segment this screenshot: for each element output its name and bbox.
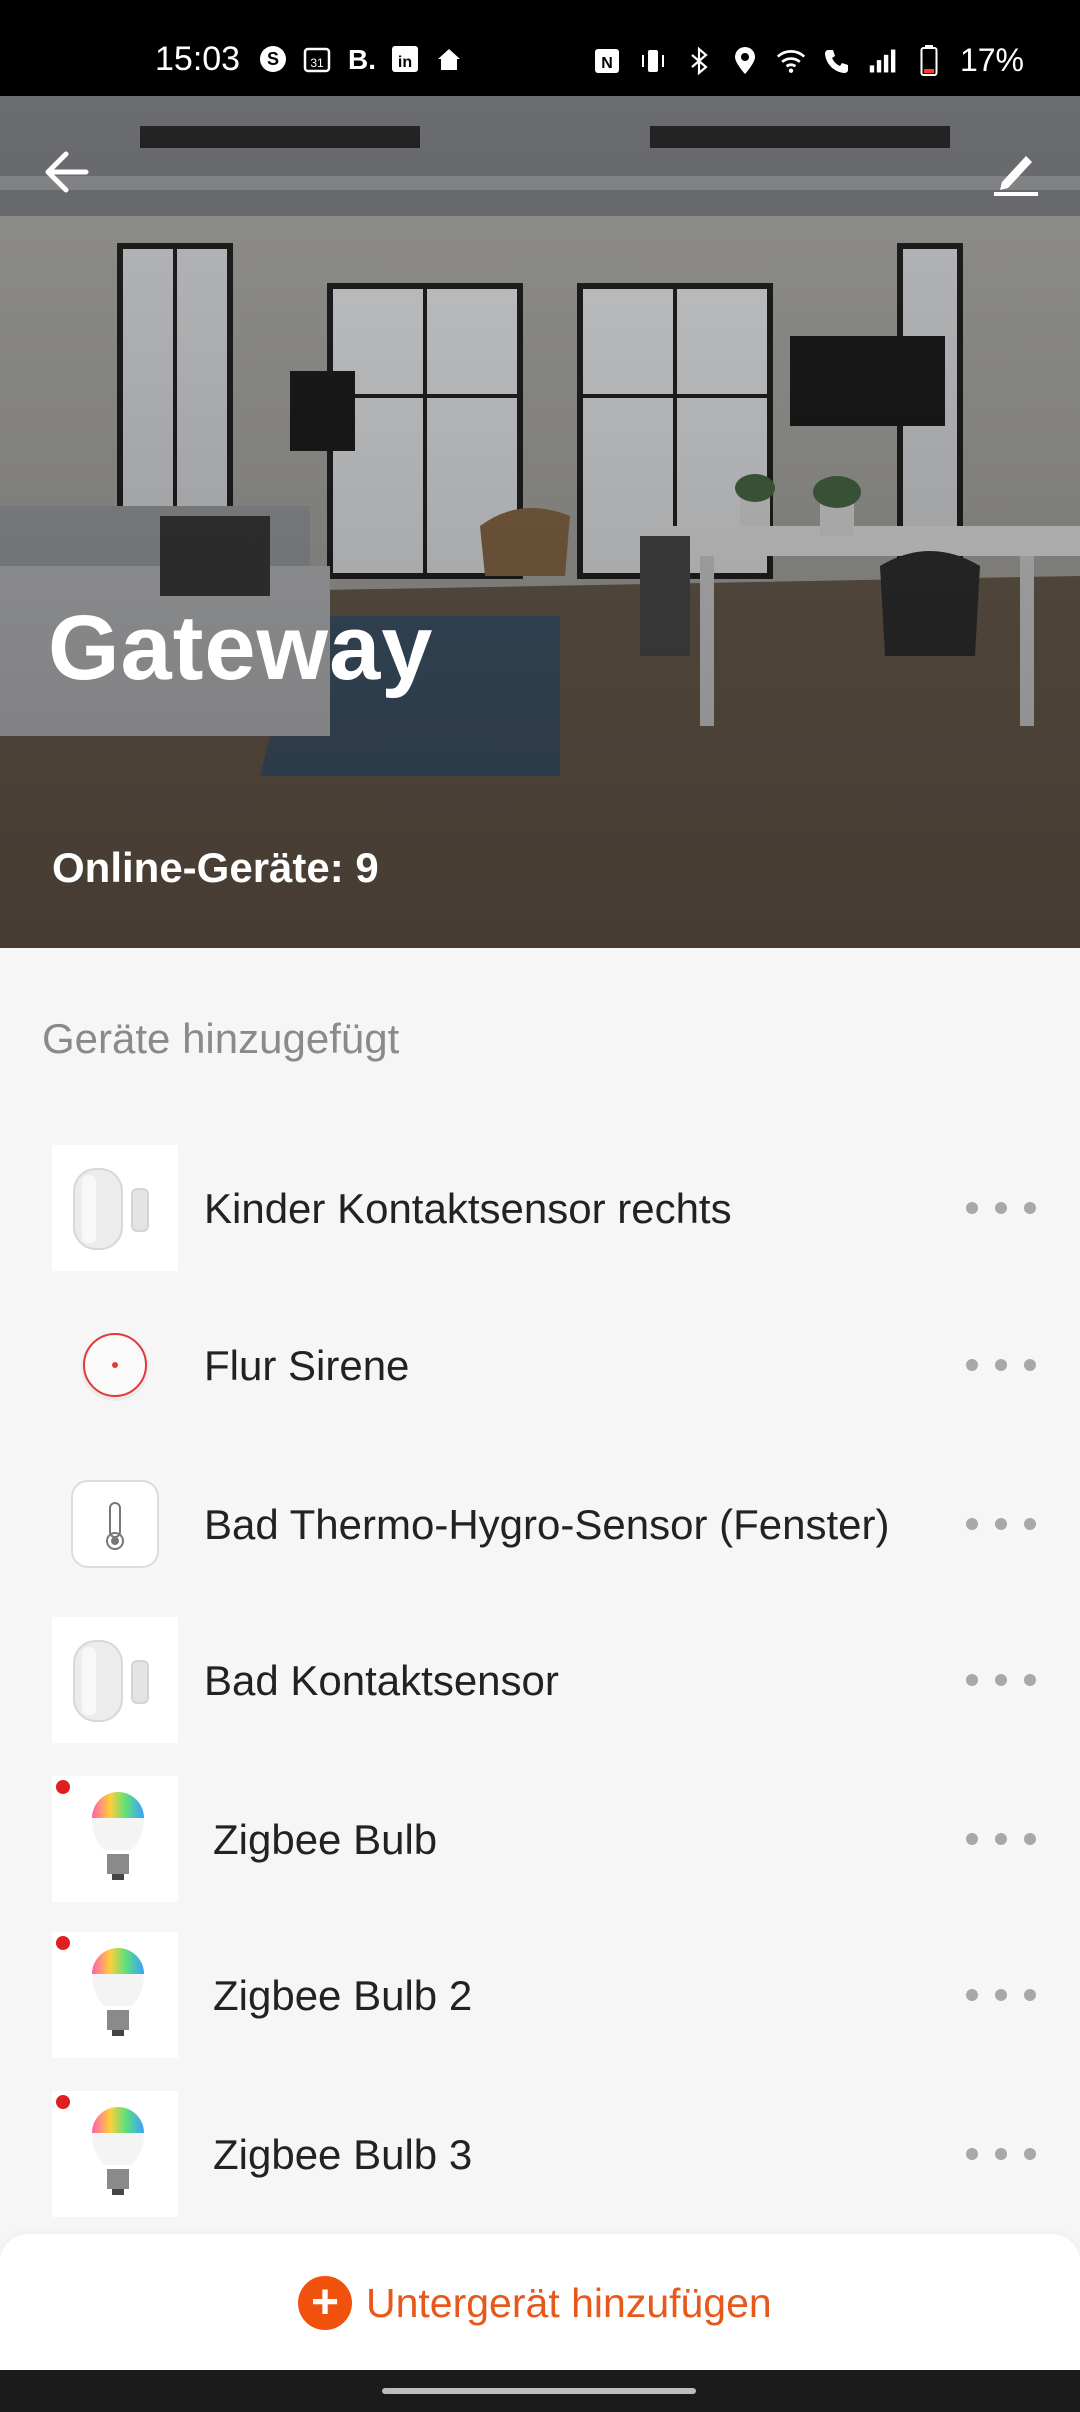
svg-text:N: N	[601, 55, 613, 72]
home-gesture-pill[interactable]	[382, 2388, 696, 2394]
home-icon	[434, 44, 464, 74]
device-row[interactable]: Kinder Kontaktsensor rechts	[0, 1131, 1080, 1286]
svg-text:31: 31	[310, 56, 324, 70]
device-name: Zigbee Bulb 2	[213, 1972, 473, 2019]
device-name: Bad Kontaktsensor	[204, 1657, 559, 1704]
svg-text:S: S	[267, 49, 279, 69]
device-row[interactable]: Zigbee Bulb	[0, 1762, 1080, 1917]
booking-icon: B.	[346, 44, 376, 74]
wifi-call-icon	[822, 46, 852, 76]
arrow-left-icon	[45, 151, 89, 193]
device-name: Zigbee Bulb	[213, 1816, 438, 1863]
add-subdevice-label: Untergerät hinzufügen	[366, 2279, 772, 2326]
device-row[interactable]: Zigbee Bulb 2	[0, 1918, 1080, 2073]
more-options-button[interactable]	[966, 1350, 1036, 1380]
page-title: Gateway	[48, 597, 434, 699]
svg-text:B.: B.	[348, 44, 376, 74]
vibrate-icon	[638, 46, 668, 76]
status-bar: 15:03 S 31 B. in N 17%	[0, 0, 1080, 96]
contact-sensor-icon	[52, 1145, 178, 1271]
more-options-button[interactable]	[966, 1193, 1036, 1223]
device-row[interactable]: Bad Kontaktsensor	[0, 1603, 1080, 1758]
section-title: Geräte hinzugefügt	[42, 1015, 400, 1062]
pencil-icon	[994, 156, 1038, 196]
device-name: Bad Thermo-Hygro-Sensor (Fenster)	[204, 1501, 890, 1548]
contact-sensor-icon	[52, 1617, 178, 1743]
zigbee-bulb-icon	[52, 2091, 178, 2217]
svg-text:in: in	[398, 54, 412, 71]
battery-icon	[914, 44, 944, 76]
more-options-button[interactable]	[966, 1665, 1036, 1695]
device-name: Zigbee Bulb 3	[213, 2131, 473, 2178]
battery-percent: 17%	[959, 42, 1024, 78]
edit-button[interactable]	[988, 142, 1044, 198]
more-options-button[interactable]	[966, 2139, 1036, 2169]
location-icon	[730, 46, 760, 76]
bottom-action-bar: + Untergerät hinzufügen	[0, 2234, 1080, 2370]
calendar-icon: 31	[302, 44, 332, 74]
linkedin-icon: in	[390, 44, 420, 74]
system-nav-bar	[0, 2370, 1080, 2412]
thermo-hygro-sensor-icon	[52, 1461, 178, 1587]
device-name: Kinder Kontaktsensor rechts	[204, 1185, 732, 1232]
status-time: 15:03	[155, 40, 241, 78]
device-row[interactable]: Zigbee Bulb 3	[0, 2077, 1080, 2232]
more-options-button[interactable]	[966, 1509, 1036, 1539]
skype-icon: S	[258, 44, 288, 74]
zigbee-bulb-icon	[52, 1932, 178, 2058]
more-options-button[interactable]	[966, 1824, 1036, 1854]
device-name: Flur Sirene	[204, 1342, 410, 1389]
banner-shade	[0, 96, 1080, 948]
bluetooth-icon	[684, 46, 714, 76]
device-row[interactable]: Flur Sirene	[0, 1288, 1080, 1443]
nfc-icon: N	[592, 46, 622, 76]
back-button[interactable]	[38, 142, 98, 202]
add-subdevice-button[interactable]: + Untergerät hinzufügen	[298, 2274, 772, 2332]
plus-circle-icon: +	[298, 2276, 352, 2330]
more-options-button[interactable]	[966, 1980, 1036, 2010]
wifi-icon	[776, 46, 806, 76]
zigbee-bulb-icon	[52, 1776, 178, 1902]
signal-icon	[868, 46, 898, 76]
siren-icon	[52, 1302, 178, 1428]
online-devices-count: Online-Geräte: 9	[52, 844, 379, 891]
header-banner: Gateway Online-Geräte: 9	[0, 96, 1080, 948]
device-row[interactable]: Bad Thermo-Hygro-Sensor (Fenster)	[0, 1447, 1080, 1602]
